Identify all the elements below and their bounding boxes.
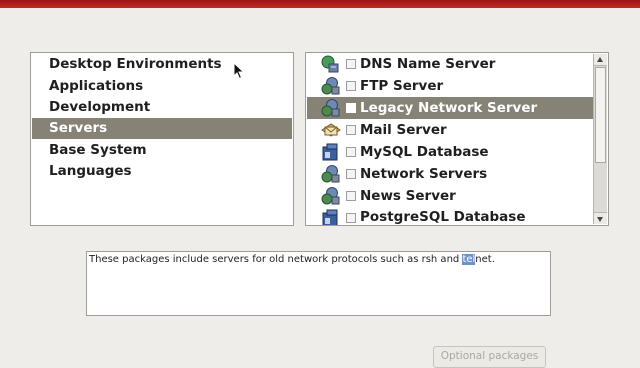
package-description-text: These packages include servers for old n…: [89, 254, 495, 265]
package-checkbox[interactable]: [346, 147, 356, 157]
package-label: MySQL Database: [360, 144, 489, 160]
package-checkbox[interactable]: [346, 125, 356, 135]
package-row-mail-server[interactable]: Mail Server: [307, 119, 595, 141]
dns-server-icon: [321, 55, 339, 73]
package-row-dns-name-server[interactable]: DNS Name Server: [307, 53, 595, 75]
package-row-news-server[interactable]: News Server: [307, 185, 595, 207]
text-selection: tel: [462, 254, 476, 265]
package-checkbox[interactable]: [346, 81, 356, 91]
package-row-network-servers[interactable]: Network Servers: [307, 163, 595, 185]
category-item-base-system[interactable]: Base System: [32, 140, 292, 161]
scrollbar-thumb[interactable]: [595, 67, 606, 163]
optional-packages-button[interactable]: Optional packages: [433, 346, 546, 368]
package-list[interactable]: DNS Name Server FTP Server Legacy Networ…: [305, 52, 609, 226]
network-server-icon: [321, 99, 340, 117]
package-description-box[interactable]: These packages include servers for old n…: [86, 251, 551, 316]
database-icon: [322, 209, 338, 225]
package-checkbox[interactable]: [346, 191, 356, 201]
category-item-development[interactable]: Development: [32, 97, 292, 118]
category-item-desktop-environments[interactable]: Desktop Environments: [32, 54, 292, 75]
mail-server-icon: [321, 123, 341, 137]
category-item-applications[interactable]: Applications: [32, 76, 292, 97]
package-checkbox[interactable]: [346, 59, 356, 69]
package-label: Network Servers: [360, 166, 488, 182]
category-list[interactable]: Desktop Environments Applications Develo…: [30, 52, 294, 226]
scroll-up-button[interactable]: [594, 54, 607, 66]
mouse-pointer-icon: [233, 62, 245, 80]
database-icon: [322, 143, 338, 161]
category-item-servers[interactable]: Servers: [32, 118, 292, 139]
top-banner: [0, 0, 640, 8]
package-label: Mail Server: [360, 122, 447, 138]
package-list-scrollbar[interactable]: [593, 54, 607, 224]
package-label: FTP Server: [360, 78, 444, 94]
package-row-postgresql-database[interactable]: PostgreSQL Database: [307, 207, 595, 225]
scroll-down-button[interactable]: [594, 212, 607, 224]
arrow-down-icon: [597, 217, 603, 222]
package-row-ftp-server[interactable]: FTP Server: [307, 75, 595, 97]
package-label: Legacy Network Server: [360, 100, 538, 116]
network-server-icon: [321, 187, 340, 205]
package-row-mysql-database[interactable]: MySQL Database: [307, 141, 595, 163]
package-checkbox[interactable]: [346, 213, 356, 223]
package-label: News Server: [360, 188, 456, 204]
package-label: DNS Name Server: [360, 56, 496, 72]
category-item-languages[interactable]: Languages: [32, 161, 292, 182]
arrow-up-icon: [597, 57, 603, 62]
package-row-legacy-network-server[interactable]: Legacy Network Server: [307, 97, 595, 119]
network-server-icon: [321, 77, 340, 95]
network-server-icon: [321, 165, 340, 183]
package-label: PostgreSQL Database: [360, 209, 526, 225]
package-checkbox[interactable]: [346, 103, 356, 113]
package-checkbox[interactable]: [346, 169, 356, 179]
